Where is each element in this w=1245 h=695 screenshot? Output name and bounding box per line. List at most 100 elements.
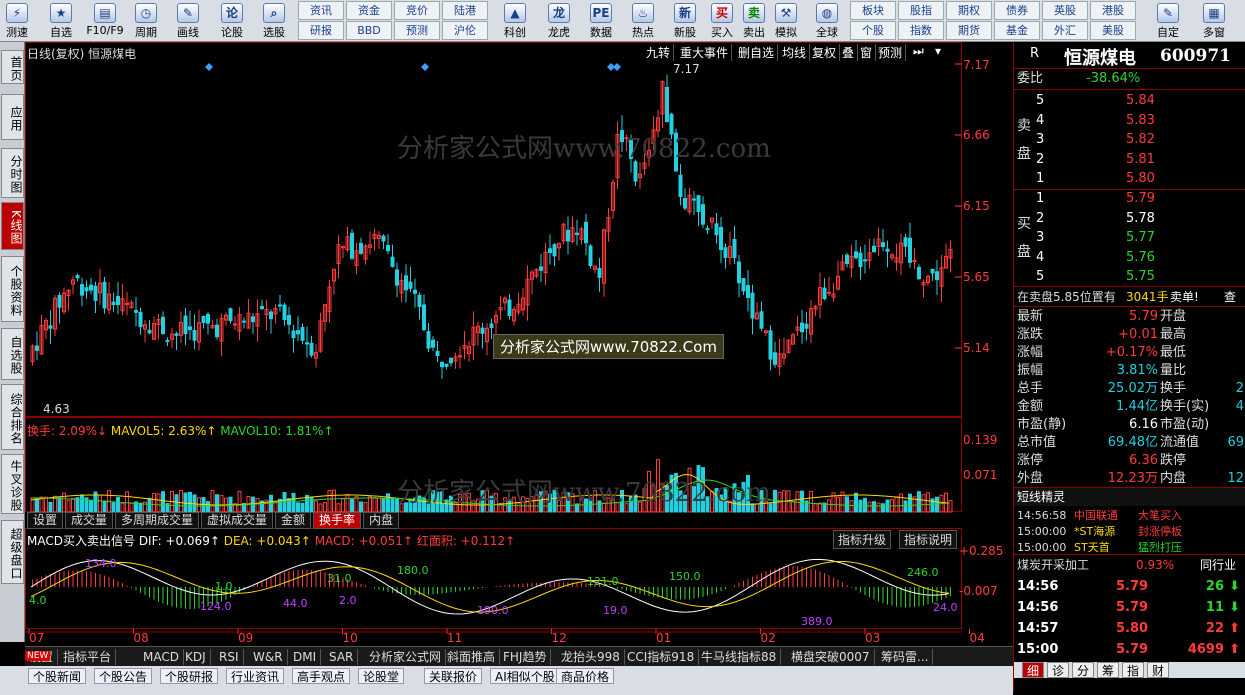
buy-level[interactable]: 1 5.79 xyxy=(1014,190,1245,208)
ind-tab-inner[interactable]: 内盘 xyxy=(363,512,400,529)
bond-button[interactable]: 债券 xyxy=(994,1,1040,20)
multi-window-button[interactable]: ▦ 多窗 xyxy=(1194,0,1234,42)
index-button[interactable]: 指数 xyxy=(898,21,944,40)
index-future-button[interactable]: 股指 xyxy=(898,1,944,20)
indicator-tab[interactable]: DMI xyxy=(289,649,322,665)
research-button[interactable]: 研报 xyxy=(298,21,344,40)
tab-ranking[interactable]: 综合排名 xyxy=(1,384,24,450)
indicator-tab[interactable]: 龙抬头998 xyxy=(557,649,625,665)
detail-tab[interactable]: 分 xyxy=(1072,662,1094,678)
buy-level[interactable]: 5 5.75 xyxy=(1014,268,1245,286)
indicator-tab[interactable]: W&R xyxy=(249,649,288,665)
news-tab[interactable]: 论股堂 xyxy=(358,668,405,684)
shlondon-button[interactable]: 沪伦 xyxy=(442,21,488,40)
menu-ma[interactable]: 均线 xyxy=(779,44,811,61)
buy-button[interactable]: 买买入 xyxy=(708,0,736,42)
news-tab[interactable]: 个股公告 xyxy=(94,668,153,684)
indicator-tab[interactable]: MACD xyxy=(139,649,184,665)
hk-connect-button[interactable]: 陆港 xyxy=(442,1,488,20)
sell-level[interactable]: 2 5.81 xyxy=(1014,151,1245,169)
indicator-tab[interactable]: 指标平台 xyxy=(59,649,117,665)
indicator-tab[interactable]: 斜面推高 xyxy=(443,649,501,665)
indicator-tab[interactable]: RSI xyxy=(215,649,244,665)
us-stock-button[interactable]: 美股 xyxy=(1090,21,1136,40)
news-tab[interactable]: 个股新闻 xyxy=(28,668,87,684)
sell-level[interactable]: 1 5.80 xyxy=(1014,170,1245,188)
auction-button[interactable]: 竞价 xyxy=(394,1,440,20)
chevron-down-icon[interactable]: ▾ xyxy=(935,44,941,58)
sell-level[interactable]: 4 5.83 xyxy=(1014,112,1245,130)
sector-row[interactable]: 煤炭开采加工 0.93% 同行业 xyxy=(1014,556,1245,574)
custom-button[interactable]: ✎ 自定 xyxy=(1148,0,1188,42)
sell-level[interactable]: 5 5.84 xyxy=(1014,92,1245,110)
news-tab[interactable]: 关联报价 xyxy=(424,668,483,684)
stock-pick-button[interactable]: ⌕ 选股 xyxy=(256,0,292,42)
hk-stock-button[interactable]: 港股 xyxy=(1090,1,1136,20)
news-tab[interactable]: 行业资讯 xyxy=(226,668,285,684)
menu-overlay[interactable]: 叠 xyxy=(839,44,859,61)
hotspot-button[interactable]: ♨ 热点 xyxy=(624,0,662,42)
fund-button[interactable]: 资金 xyxy=(346,1,392,20)
ind-tab-amount[interactable]: 金额 xyxy=(275,512,312,529)
detail-tab[interactable]: 细 xyxy=(1022,662,1044,678)
tab-apps[interactable]: 应用 xyxy=(1,94,24,140)
simulate-button[interactable]: ⚒ 模拟 xyxy=(772,0,800,42)
forex-button[interactable]: 外汇 xyxy=(1042,21,1088,40)
kline-chart-area[interactable]: 134.0 4.0 124.0 1.0 44.0 31.0 2.0 180.0 190.0 121… xyxy=(25,42,1013,646)
buy-level[interactable]: 2 5.78 xyxy=(1014,210,1245,228)
indicator-tab[interactable]: 牛马线指标88 xyxy=(697,649,782,665)
data-button[interactable]: PE 数据 xyxy=(582,0,620,42)
detail-tab[interactable]: 指 xyxy=(1122,662,1144,678)
indicator-tab[interactable]: SAR xyxy=(325,649,359,665)
detail-tab[interactable]: 诊 xyxy=(1047,662,1069,678)
news-tab[interactable]: 高手观点 xyxy=(292,668,351,684)
menu-adjust[interactable]: 复权 xyxy=(809,44,841,61)
single-stock-button[interactable]: 个股 xyxy=(850,21,896,40)
indicator-tab[interactable]: KDJ xyxy=(181,649,211,665)
detail-tab[interactable]: 财 xyxy=(1147,662,1169,678)
tab-super-order[interactable]: 超级盘口 xyxy=(1,520,24,584)
news-tab[interactable]: 个股研报 xyxy=(160,668,219,684)
sector-button[interactable]: 板块 xyxy=(850,1,896,20)
global-button[interactable]: ◍ 全球 xyxy=(810,0,844,42)
indicator-tab[interactable]: 筹码雷... xyxy=(877,649,934,665)
dragon-tiger-button[interactable]: 龙龙虎 xyxy=(540,0,578,42)
watchlist-button[interactable]: ★ 自选 xyxy=(40,0,82,42)
buy-level[interactable]: 4 5.76 xyxy=(1014,249,1245,267)
sell-button[interactable]: 卖卖出 xyxy=(740,0,768,42)
options-button[interactable]: 期权 xyxy=(946,1,992,20)
discuss-button[interactable]: 论论股 xyxy=(214,0,250,42)
menu-remove-watchlist[interactable]: 删自选 xyxy=(735,44,779,61)
tab-diagnose[interactable]: 牛叉诊股 xyxy=(1,454,24,514)
jingling-item[interactable]: 15:00:00 *ST海源 封涨停板 xyxy=(1014,523,1245,539)
menu-jiuzhuan[interactable]: 九转 xyxy=(643,44,675,61)
ind-tab-multi-volume[interactable]: 多周期成交量 xyxy=(115,512,200,529)
news-tab[interactable]: AI相似个股 xyxy=(490,668,560,684)
skip-end-icon[interactable]: ⏭ xyxy=(913,44,924,59)
forecast-button[interactable]: 预测 xyxy=(394,21,440,40)
indicator-tab[interactable]: 分析家公式网 xyxy=(365,649,447,665)
menu-window[interactable]: 窗 xyxy=(857,44,877,61)
news-button[interactable]: 资讯 xyxy=(298,1,344,20)
ind-tab-volume[interactable]: 成交量 xyxy=(65,512,114,529)
fund-market-button[interactable]: 基金 xyxy=(994,21,1040,40)
period-button[interactable]: ◷ 周期 xyxy=(128,0,164,42)
star-market-button[interactable]: ▲ 科创 xyxy=(496,0,534,42)
tab-stock-info[interactable]: 个股资料 xyxy=(1,256,24,322)
tab-watchlist[interactable]: 自选股 xyxy=(1,328,24,380)
menu-major-events[interactable]: 重大事件 xyxy=(677,44,733,61)
ind-tab-turnover[interactable]: 换手率 xyxy=(313,512,362,529)
jingling-item[interactable]: 15:00:00 ST天首 猛烈打压 xyxy=(1014,539,1245,555)
tab-intraday[interactable]: 分时图 xyxy=(1,148,24,198)
indicator-tab[interactable]: 横盘突破0007 xyxy=(787,649,875,665)
news-tab[interactable]: 商品价格 xyxy=(556,668,615,684)
futures-button[interactable]: 期货 xyxy=(946,21,992,40)
indicator-tab[interactable]: CCI指标918 xyxy=(623,649,700,665)
buy-level[interactable]: 3 5.77 xyxy=(1014,229,1245,247)
uk-stock-button[interactable]: 英股 xyxy=(1042,1,1088,20)
ind-upgrade-button[interactable]: 指标升级 xyxy=(833,530,892,549)
detail-tab[interactable]: 筹 xyxy=(1097,662,1119,678)
tab-kline[interactable]: K线图 xyxy=(1,202,24,250)
big-order-notice[interactable]: 在卖盘5.85位置有 3041手 卖单! 查 xyxy=(1014,288,1245,306)
ind-tab-settings[interactable]: 设置 xyxy=(27,512,64,529)
